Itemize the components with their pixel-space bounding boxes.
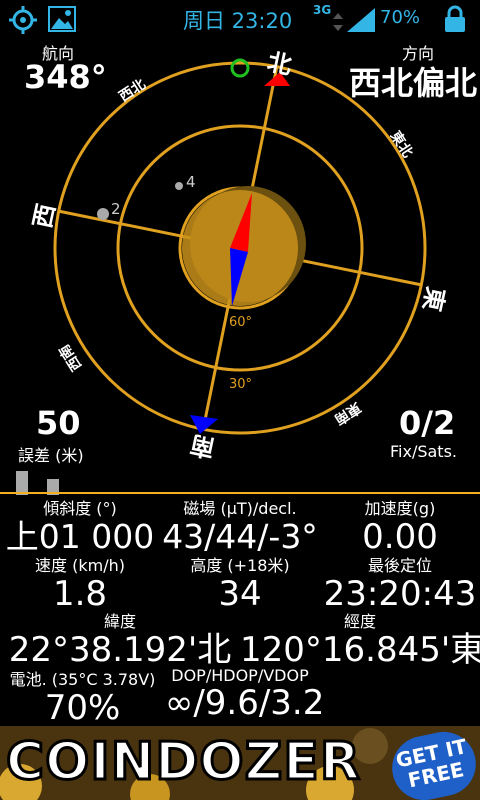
lock-icon	[445, 5, 465, 32]
accel-cell: 加速度(g) 0.00	[320, 495, 480, 555]
battery-label: 電池. (35°C 3.78V)	[9, 670, 156, 689]
dop-cell: DOP/HDOP/VDOP ∞/9.6/3.2	[165, 666, 325, 723]
tilt-cell: 傾斜度 (°) 上01 000	[0, 495, 160, 555]
image-icon	[48, 6, 76, 32]
magnetic-label: 磁場 (µT)/decl.	[183, 499, 297, 518]
speed-label: 速度 (km/h)	[35, 556, 125, 575]
network-type-label: 3G	[313, 3, 332, 17]
fix-value: 0/2	[399, 404, 456, 442]
satellite-label-2: 2	[111, 200, 121, 218]
ring-label-30: 30°	[229, 377, 253, 392]
altitude-value: 34	[218, 574, 262, 614]
status-time: 周日 23:20	[183, 9, 293, 33]
satellite-label-4: 4	[186, 173, 196, 191]
magnetic-cell: 磁場 (µT)/decl. 43/44/-3°	[160, 495, 320, 555]
battery-value: 70%	[44, 688, 121, 728]
ad-title: COINDOZER	[5, 731, 362, 794]
satellite-dot-2[interactable]	[97, 208, 109, 220]
compass-view[interactable]: 2 4 60° 30° 北 南 東 西 西北 東北 西南 東南 航向 348° …	[0, 38, 480, 468]
direction-value: 西北偏北	[349, 64, 478, 102]
gps-target-icon	[9, 6, 37, 34]
signal-strength-icon	[347, 8, 375, 32]
latitude-value: 22°38.192'北	[8, 630, 232, 670]
accel-value: 0.00	[362, 517, 438, 557]
signal-bar-chart	[16, 471, 59, 495]
satellite-signal-bars	[0, 465, 480, 495]
longitude-value: 120°16.845'東	[240, 630, 480, 670]
lastfix-value: 23:20:43	[323, 574, 477, 614]
battery-percent: 70%	[380, 7, 421, 28]
tilt-label: 傾斜度 (°)	[43, 499, 117, 518]
altitude-cell: 高度 (+18米) 34	[160, 552, 320, 612]
divider	[0, 492, 480, 494]
heading-value: 348°	[24, 58, 107, 96]
ad-banner[interactable]: COINDOZER GET IT FREE	[0, 726, 480, 800]
latitude-cell: 緯度 22°38.192'北	[0, 608, 240, 668]
lastfix-cell: 最後定位 23:20:43	[320, 552, 480, 612]
satellite-dot-4[interactable]	[175, 182, 183, 190]
battery-cell: 電池. (35°C 3.78V) 70%	[0, 666, 165, 726]
speed-value: 1.8	[52, 574, 108, 614]
tilt-value: 上01 000	[5, 517, 155, 556]
fix-label: Fix/Sats.	[390, 442, 457, 461]
error-value: 50	[36, 404, 81, 442]
status-bar: 周日 23:20 3G 70%	[0, 0, 480, 38]
longitude-label: 經度	[343, 612, 376, 631]
lastfix-label: 最後定位	[367, 556, 432, 575]
accel-label: 加速度(g)	[364, 499, 436, 518]
altitude-label: 高度 (+18米)	[190, 556, 290, 575]
data-activity-icon	[333, 13, 343, 31]
speed-cell: 速度 (km/h) 1.8	[0, 552, 160, 612]
ring-label-60: 60°	[229, 315, 253, 330]
dop-value: ∞/9.6/3.2	[165, 683, 325, 723]
longitude-cell: 經度 120°16.845'東	[240, 608, 480, 668]
latitude-label: 緯度	[103, 612, 136, 631]
magnetic-value: 43/44/-3°	[162, 517, 318, 556]
error-label: 誤差 (米)	[18, 446, 84, 465]
